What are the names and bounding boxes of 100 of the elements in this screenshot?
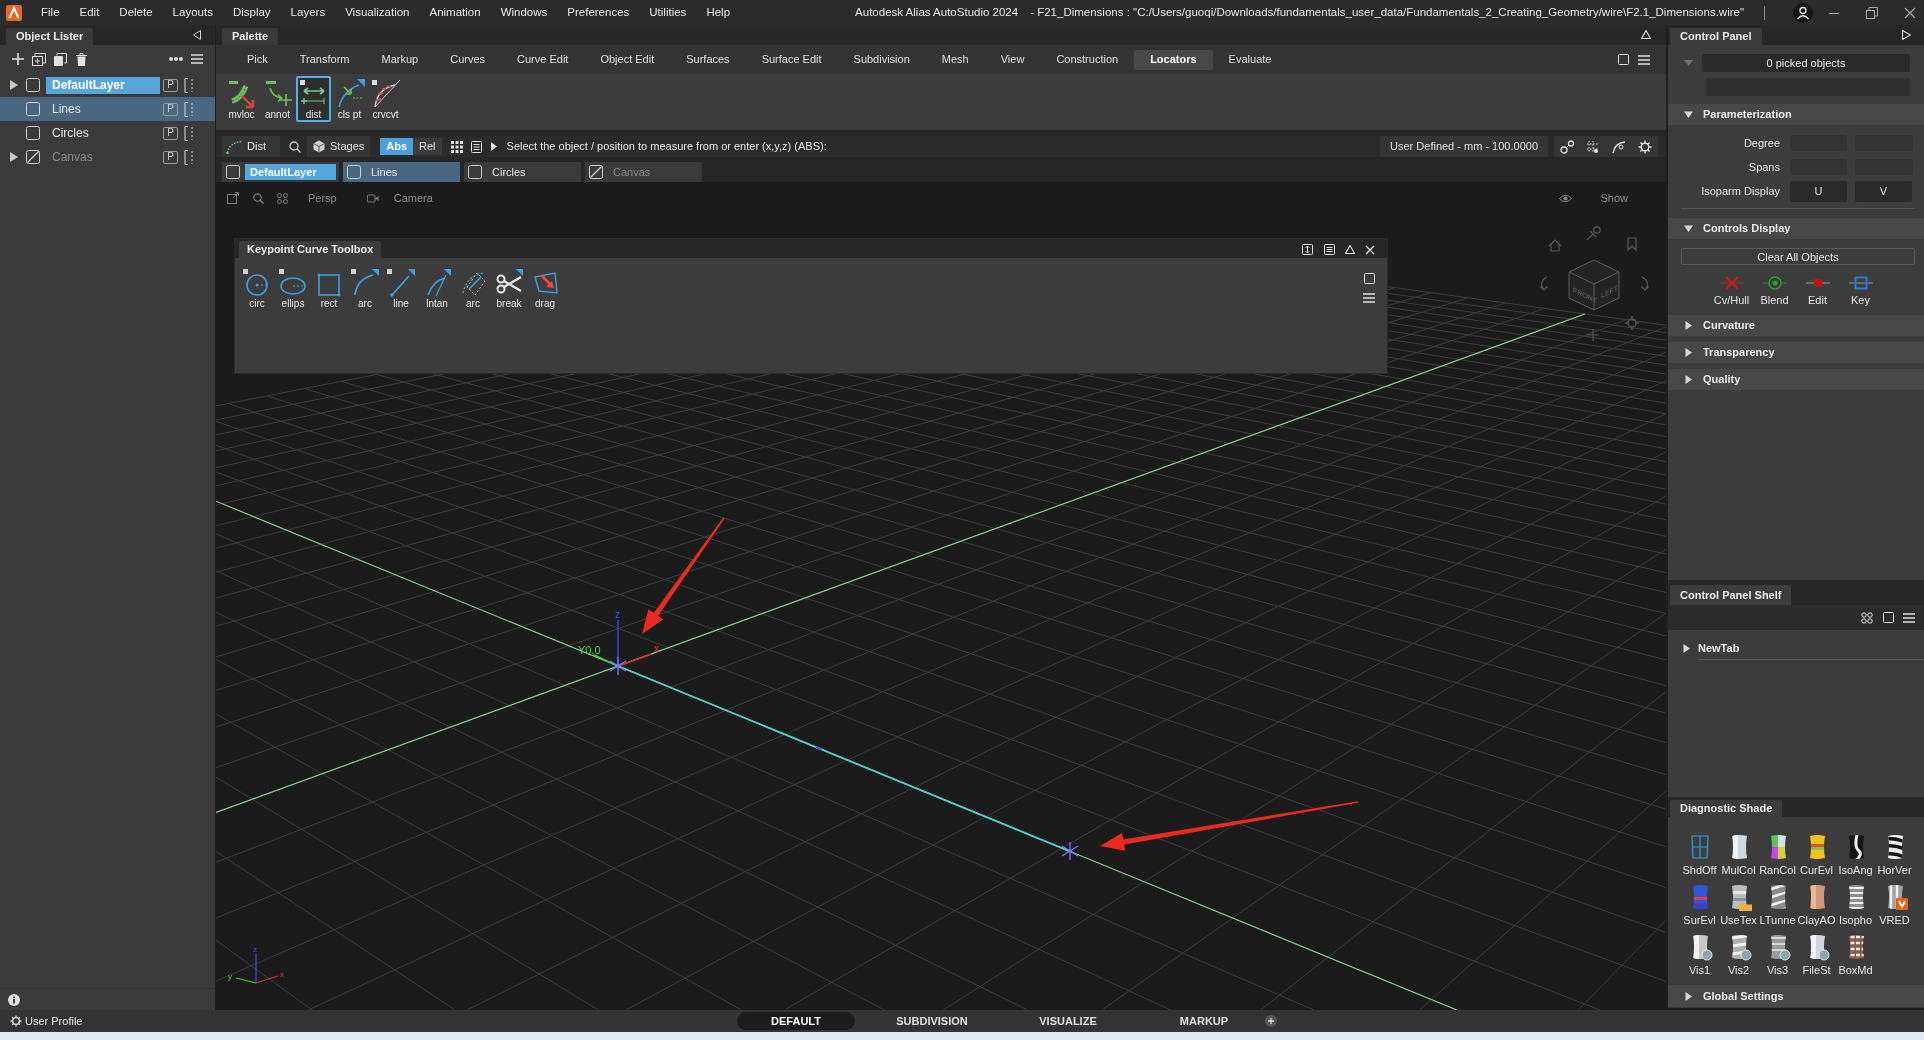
section-header[interactable]: Global Settings xyxy=(1668,985,1924,1007)
flag-toggle[interactable]: P xyxy=(163,78,178,92)
checkbox[interactable] xyxy=(468,165,482,179)
layer-row[interactable]: Lines P xyxy=(0,97,215,121)
collapse-arrow-icon[interactable] xyxy=(1684,224,1693,233)
panel-tab[interactable]: Object Lister xyxy=(6,28,94,45)
grid-dots-icon[interactable] xyxy=(277,192,288,204)
layer-name[interactable]: Lines xyxy=(366,164,403,180)
expand-arrow-icon[interactable] xyxy=(1682,644,1691,653)
tool-button[interactable]: crvcvt xyxy=(368,76,403,122)
layer-tab[interactable]: Lines xyxy=(343,162,460,182)
menu-item[interactable]: Visualization xyxy=(335,3,420,22)
user-profile-button[interactable]: User Profile xyxy=(10,1012,83,1030)
show-label[interactable]: Show xyxy=(1600,189,1628,207)
display-toggle[interactable]: Edit xyxy=(1796,276,1839,306)
shader-button[interactable]: ShdOff xyxy=(1680,833,1719,883)
category-tab[interactable]: Object Edit xyxy=(584,49,671,70)
display-toggle[interactable]: Key xyxy=(1839,276,1882,306)
tool-button[interactable]: dist xyxy=(296,76,331,122)
tool-button[interactable]: mvloc xyxy=(224,76,259,122)
toggle-button[interactable]: U xyxy=(1790,181,1847,202)
shader-button[interactable]: Vis2 xyxy=(1719,933,1758,983)
menu-item[interactable]: Edit xyxy=(69,3,110,22)
workspace-tab[interactable]: VISUALIZE xyxy=(1009,1012,1127,1030)
snap-point-icon[interactable] xyxy=(1560,139,1574,154)
menu-item[interactable]: Preferences xyxy=(557,3,640,22)
app-logo-icon[interactable] xyxy=(6,4,22,21)
layer-row[interactable]: Circles P xyxy=(0,121,215,145)
stages-button[interactable]: Stages xyxy=(307,136,371,157)
layer-tab[interactable]: Circles xyxy=(464,162,581,182)
menu-icon[interactable] xyxy=(1363,293,1375,303)
category-tab[interactable]: Curves xyxy=(434,49,502,70)
bracket-icon[interactable] xyxy=(184,149,196,165)
display-toggle[interactable]: Cv/Hull xyxy=(1710,276,1753,306)
tool-button[interactable]: arc xyxy=(455,269,491,309)
menu-item[interactable]: Delete xyxy=(109,3,163,22)
panel-tab[interactable]: Control Panel xyxy=(1670,28,1762,45)
list-icon[interactable] xyxy=(1324,244,1335,255)
category-tab[interactable]: Mesh xyxy=(925,49,985,70)
category-tab[interactable]: Transform xyxy=(283,49,366,70)
expand-arrow-icon[interactable] xyxy=(1684,321,1693,330)
resize-icon[interactable] xyxy=(1302,244,1313,255)
shader-button[interactable]: Vis1 xyxy=(1680,933,1719,983)
expand-right-icon[interactable] xyxy=(1902,30,1911,40)
expand-icon[interactable] xyxy=(227,192,239,204)
snap-grid-icon[interactable] xyxy=(1586,139,1600,154)
bracket-icon[interactable] xyxy=(184,77,196,93)
category-tab[interactable]: Curve Edit xyxy=(501,49,585,70)
shader-button[interactable]: SurEvl xyxy=(1680,883,1719,933)
category-tab[interactable]: View xyxy=(984,49,1041,70)
slashed-checkbox[interactable] xyxy=(26,150,40,164)
shader-button[interactable]: RanCol xyxy=(1758,833,1797,883)
layer-row[interactable]: Canvas P xyxy=(0,145,215,169)
tool-button[interactable]: rect xyxy=(311,269,347,309)
toggle-button[interactable]: V xyxy=(1855,181,1912,202)
clear-all-button[interactable]: Clear All Objects xyxy=(1681,248,1915,265)
category-tab[interactable]: Evaluate xyxy=(1212,49,1288,70)
expand-arrow-icon[interactable] xyxy=(1684,375,1693,384)
menu-icon[interactable] xyxy=(191,54,203,64)
menu-item[interactable]: Layers xyxy=(280,3,336,22)
square-icon[interactable] xyxy=(1363,273,1375,284)
shader-button[interactable]: VRED xyxy=(1875,883,1914,933)
plus-icon[interactable] xyxy=(12,53,24,65)
camera-icon[interactable] xyxy=(366,193,379,203)
category-tab[interactable]: Markup xyxy=(365,49,435,70)
settings-icon[interactable] xyxy=(1638,139,1652,154)
workspace-tab[interactable]: DEFAULT xyxy=(737,1012,855,1030)
search-icon[interactable] xyxy=(289,140,301,153)
collapse-up-icon[interactable] xyxy=(1345,245,1355,254)
shader-button[interactable]: ClayAO xyxy=(1797,883,1836,933)
new-layer-icon[interactable] xyxy=(32,52,46,66)
checkbox[interactable] xyxy=(226,165,240,179)
checkbox[interactable] xyxy=(26,126,40,140)
category-tab[interactable]: Surface Edit xyxy=(745,49,838,70)
section-header[interactable]: Transparency xyxy=(1668,342,1924,363)
panel-tab[interactable]: Diagnostic Shade xyxy=(1670,800,1783,817)
category-tab[interactable]: Surfaces xyxy=(670,49,746,70)
tool-button[interactable]: drag xyxy=(527,269,563,309)
section-header[interactable]: Controls Display xyxy=(1668,218,1924,239)
shader-button[interactable]: CurEvl xyxy=(1797,833,1836,883)
shader-button[interactable]: LTunne xyxy=(1758,883,1797,933)
workspace-tab[interactable]: SUBDIVISION xyxy=(873,1012,991,1030)
camera-label[interactable]: Camera xyxy=(393,189,433,207)
add-icon[interactable] xyxy=(1265,1015,1277,1027)
expand-arrow-icon[interactable] xyxy=(1684,991,1693,1001)
collapse-left-icon[interactable] xyxy=(193,30,201,40)
flag-toggle[interactable]: P xyxy=(163,150,178,164)
collapse-arrow-icon[interactable] xyxy=(1684,110,1693,119)
shader-button[interactable]: Isopho xyxy=(1836,883,1875,933)
category-tab[interactable]: Pick xyxy=(231,49,284,70)
menu-item[interactable]: Windows xyxy=(490,3,558,22)
square-icon[interactable] xyxy=(1618,54,1629,65)
expand-arrow-icon[interactable] xyxy=(10,80,18,90)
panel-tab[interactable]: Control Panel Shelf xyxy=(1670,585,1792,605)
checkbox[interactable] xyxy=(26,78,40,92)
section-header[interactable]: Parameterization xyxy=(1668,104,1924,125)
workspace-tab[interactable]: MARKUP xyxy=(1145,1012,1263,1030)
more-icon[interactable] xyxy=(169,57,183,61)
tool-button[interactable]: break xyxy=(491,269,527,309)
shader-button[interactable]: BoxMd xyxy=(1836,933,1875,983)
